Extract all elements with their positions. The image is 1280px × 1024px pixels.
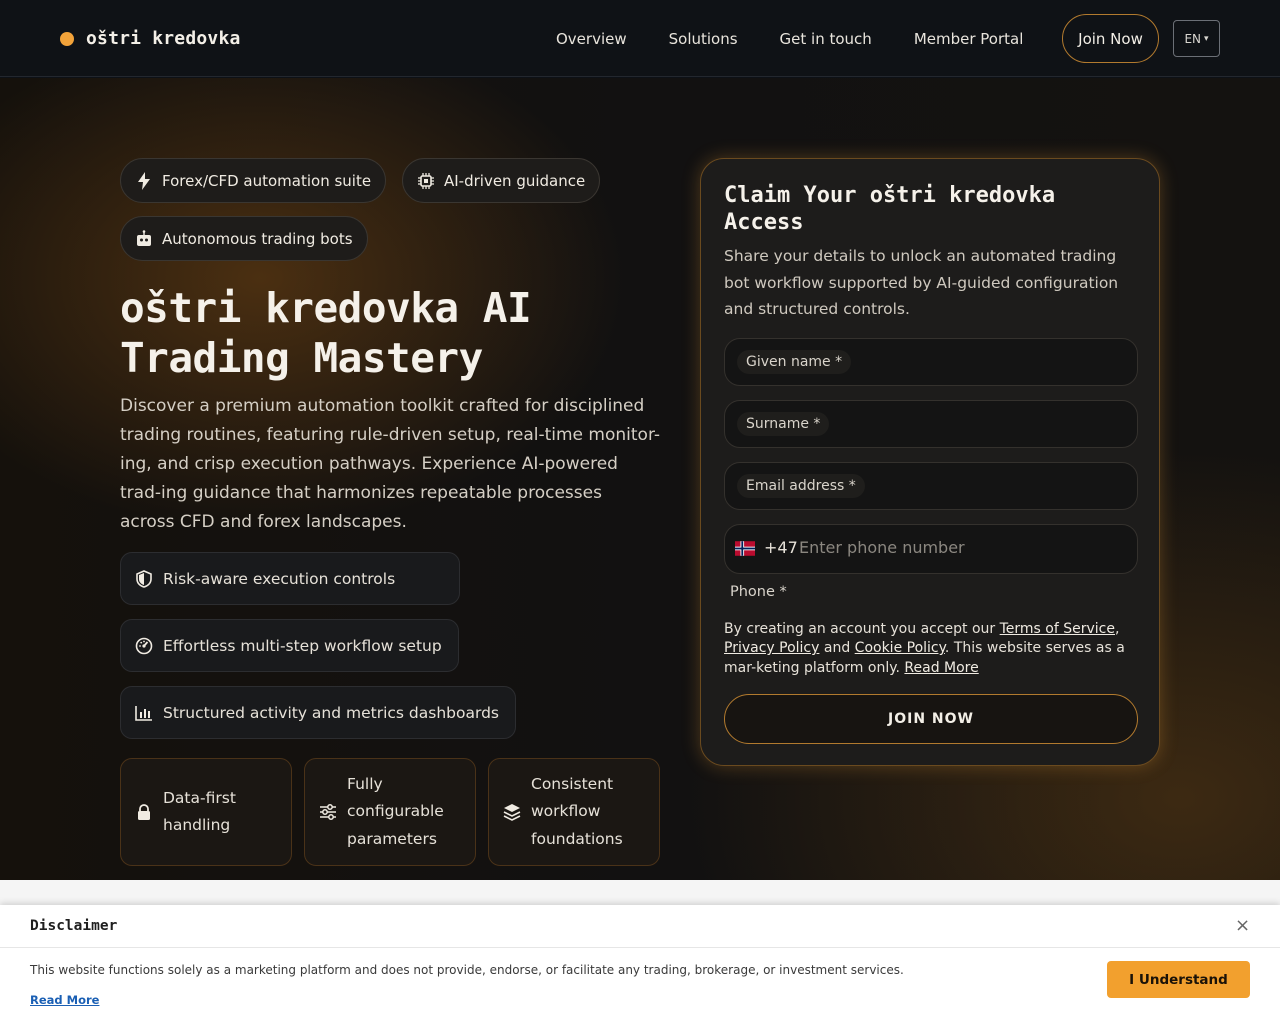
- nav-get-in-touch[interactable]: Get in touch: [780, 30, 872, 48]
- given-name-label: Given name *: [737, 350, 852, 374]
- phone-label: Phone *: [730, 584, 787, 600]
- chip-forex-cfd: Forex/CFD automation suite: [120, 158, 387, 203]
- phone-field[interactable]: +47 Enter phone number: [724, 524, 1138, 574]
- feature-dashboards: Structured activity and metrics dashboar…: [120, 686, 516, 739]
- hero-description: Discover a premium automation toolkit cr…: [120, 396, 660, 532]
- chip-icon: [417, 172, 435, 190]
- chip-ai-guidance: AI-driven guidance: [402, 158, 601, 203]
- box-label: Data-first handling: [163, 788, 236, 835]
- logo-dot-icon: [60, 31, 74, 46]
- nav-solutions[interactable]: Solutions: [669, 30, 738, 48]
- given-name-field[interactable]: Given name *: [724, 338, 1138, 386]
- box-configurable: Fully configurable parameters: [304, 758, 476, 866]
- join-now-button[interactable]: Join Now: [1062, 14, 1159, 63]
- main-nav: Overview Solutions Get in touch Member P…: [535, 0, 1044, 77]
- feature-workflow-setup: Effortless multi-step workflow setup: [120, 619, 459, 672]
- chevron-down-icon: ▾: [1204, 33, 1209, 44]
- box-foundations: Consistent workflow foundations: [488, 758, 660, 866]
- lock-icon: [135, 803, 153, 821]
- robot-icon: [135, 229, 153, 248]
- disclaimer-header: Disclaimer ×: [0, 905, 1280, 948]
- feature-label: Structured activity and metrics dashboar…: [163, 703, 500, 722]
- norway-flag-icon[interactable]: [735, 541, 755, 556]
- sliders-icon: [319, 803, 337, 821]
- terms-text: By creating an account you accept our Te…: [724, 620, 1144, 678]
- join-now-submit-button[interactable]: JOIN NOW: [724, 694, 1138, 744]
- terms-comma: ,: [1115, 621, 1120, 637]
- read-more-link[interactable]: Read More: [904, 660, 978, 676]
- signup-card: Claim Your oštri kredovka Access Share y…: [700, 158, 1160, 766]
- chip-label: AI-driven guidance: [444, 171, 586, 190]
- hero-title: oštri kredovka AI Trading Mastery: [120, 284, 532, 382]
- logo-text: oštri kredovka: [86, 28, 241, 49]
- disclaimer-read-more-link[interactable]: Read More: [30, 993, 99, 1007]
- disclaimer-banner: Disclaimer × This website functions sole…: [0, 905, 1280, 1024]
- nav-overview[interactable]: Overview: [556, 30, 627, 48]
- box-label: Fully configurable parameters: [347, 774, 444, 848]
- feature-label: Effortless multi-step workflow setup: [163, 636, 442, 655]
- gauge-icon: [135, 637, 153, 655]
- terms-prefix: By creating an account you accept our: [724, 621, 1000, 637]
- feature-label: Risk-aware execution controls: [163, 569, 396, 588]
- chip-label: Autonomous trading bots: [162, 229, 353, 248]
- privacy-policy-link[interactable]: Privacy Policy: [724, 640, 819, 656]
- terms-of-service-link[interactable]: Terms of Service: [1000, 621, 1115, 637]
- box-data-first: Data-first handling: [120, 758, 292, 866]
- shield-icon: [135, 569, 153, 588]
- surname-field[interactable]: Surname *: [724, 400, 1138, 448]
- box-label: Consistent workflow foundations: [531, 774, 623, 848]
- disclaimer-title: Disclaimer: [30, 918, 118, 934]
- close-icon[interactable]: ×: [1234, 917, 1251, 935]
- language-selector[interactable]: EN ▾: [1173, 20, 1220, 57]
- country-code: +47: [764, 538, 798, 557]
- nav-member-portal[interactable]: Member Portal: [914, 30, 1024, 48]
- i-understand-button[interactable]: I Understand: [1107, 961, 1250, 998]
- terms-and: and: [819, 640, 855, 657]
- top-header: oštri kredovka Overview Solutions Get in…: [0, 0, 1280, 77]
- surname-label: Surname *: [737, 412, 830, 436]
- phone-input[interactable]: Enter phone number: [799, 538, 965, 557]
- feature-risk-controls: Risk-aware execution controls: [120, 552, 460, 605]
- section-divider: [0, 880, 1280, 905]
- lightning-icon: [135, 171, 153, 190]
- chip-trading-bots: Autonomous trading bots: [120, 216, 368, 261]
- email-field[interactable]: Email address *: [724, 462, 1138, 510]
- chip-label: Forex/CFD automation suite: [162, 171, 372, 190]
- signup-title: Claim Your oštri kredovka Access: [724, 183, 1056, 235]
- signup-description: Share your details to unlock an automate…: [724, 247, 1119, 318]
- layers-icon: [503, 803, 521, 821]
- language-code: EN: [1184, 31, 1202, 46]
- email-label: Email address *: [737, 474, 865, 498]
- bar-chart-icon: [135, 704, 153, 722]
- disclaimer-text: This website functions solely as a marke…: [30, 963, 904, 977]
- cookie-policy-link[interactable]: Cookie Policy: [855, 640, 945, 656]
- logo[interactable]: oštri kredovka: [60, 28, 241, 49]
